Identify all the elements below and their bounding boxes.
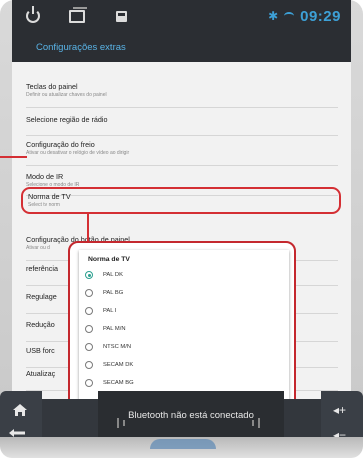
bluetooth-status-text: Bluetooth não está conectado bbox=[128, 410, 254, 421]
radio-icon[interactable] bbox=[85, 307, 93, 315]
setting-subtitle: Ativar ou desativar o relógio de vídeo a… bbox=[26, 150, 130, 156]
option-pal-dk[interactable]: PAL DK bbox=[85, 268, 275, 282]
recent-apps-icon[interactable] bbox=[66, 5, 88, 27]
option-label: SECAM DK bbox=[103, 362, 134, 368]
option-label: PAL DK bbox=[103, 272, 123, 278]
page-title: Configurações extras bbox=[36, 41, 126, 53]
option-label: PAL I bbox=[103, 308, 117, 314]
option-pal-mn[interactable]: PAL M/N bbox=[85, 322, 275, 336]
app-bar: Configurações extras bbox=[12, 32, 351, 62]
wifi-icon bbox=[284, 12, 295, 20]
setting-title: Teclas do painel bbox=[26, 82, 78, 91]
radio-icon[interactable] bbox=[85, 361, 93, 369]
setting-brake[interactable]: Configuração do freio Ativar ou desativa… bbox=[26, 140, 338, 166]
option-label: NTSC M/N bbox=[103, 344, 132, 350]
clock: 09:29 bbox=[300, 7, 341, 25]
setting-radio-region[interactable]: Selecione região de rádio bbox=[26, 115, 338, 136]
radio-icon[interactable] bbox=[85, 343, 93, 351]
home-icon[interactable] bbox=[12, 403, 28, 417]
option-label: SECAM BG bbox=[103, 380, 134, 386]
option-ntsc-mn[interactable]: NTSC M/N bbox=[85, 340, 275, 354]
status-bar: ✱ 09:29 bbox=[12, 0, 351, 32]
option-secam-bg[interactable]: SECAM BG bbox=[85, 376, 275, 390]
tv-norm-highlight bbox=[21, 187, 341, 214]
radio-icon[interactable] bbox=[85, 289, 93, 297]
radio-icon[interactable] bbox=[85, 325, 93, 333]
setting-title: Configuração do freio bbox=[26, 140, 95, 149]
volume-up-icon[interactable]: ◂+ bbox=[333, 403, 346, 417]
setting-title: Selecione região de rádio bbox=[26, 115, 108, 124]
setting-subtitle: Definir ou atualizar chaves do painel bbox=[26, 92, 107, 98]
status-right: ✱ 09:29 bbox=[268, 8, 341, 25]
bluetooth-icon: ✱ bbox=[268, 9, 279, 23]
power-icon[interactable] bbox=[22, 5, 44, 27]
callout-connector bbox=[87, 214, 89, 242]
nav-bar: ◂+ ◂− Bluetooth não está conectado bbox=[0, 391, 363, 458]
sd-card-icon bbox=[110, 5, 132, 27]
option-secam-dk[interactable]: SECAM DK bbox=[85, 358, 275, 372]
setting-title: Modo de IR bbox=[26, 172, 64, 181]
radio-icon[interactable] bbox=[85, 379, 93, 387]
dialog-title: Norma de TV bbox=[88, 256, 130, 263]
device-dial[interactable] bbox=[150, 439, 216, 449]
callout-line bbox=[0, 156, 27, 158]
tv-norm-dialog: Norma de TV PAL DK PAL BG PAL I PAL M/N … bbox=[79, 250, 289, 410]
option-pal-i[interactable]: PAL I bbox=[85, 304, 275, 318]
option-label: PAL BG bbox=[103, 290, 124, 296]
option-pal-bg[interactable]: PAL BG bbox=[85, 286, 275, 300]
option-label: PAL M/N bbox=[103, 326, 126, 332]
setting-panel-keys[interactable]: Teclas do painel Definir ou atualizar ch… bbox=[26, 82, 338, 108]
radio-selected-icon[interactable] bbox=[85, 271, 93, 279]
